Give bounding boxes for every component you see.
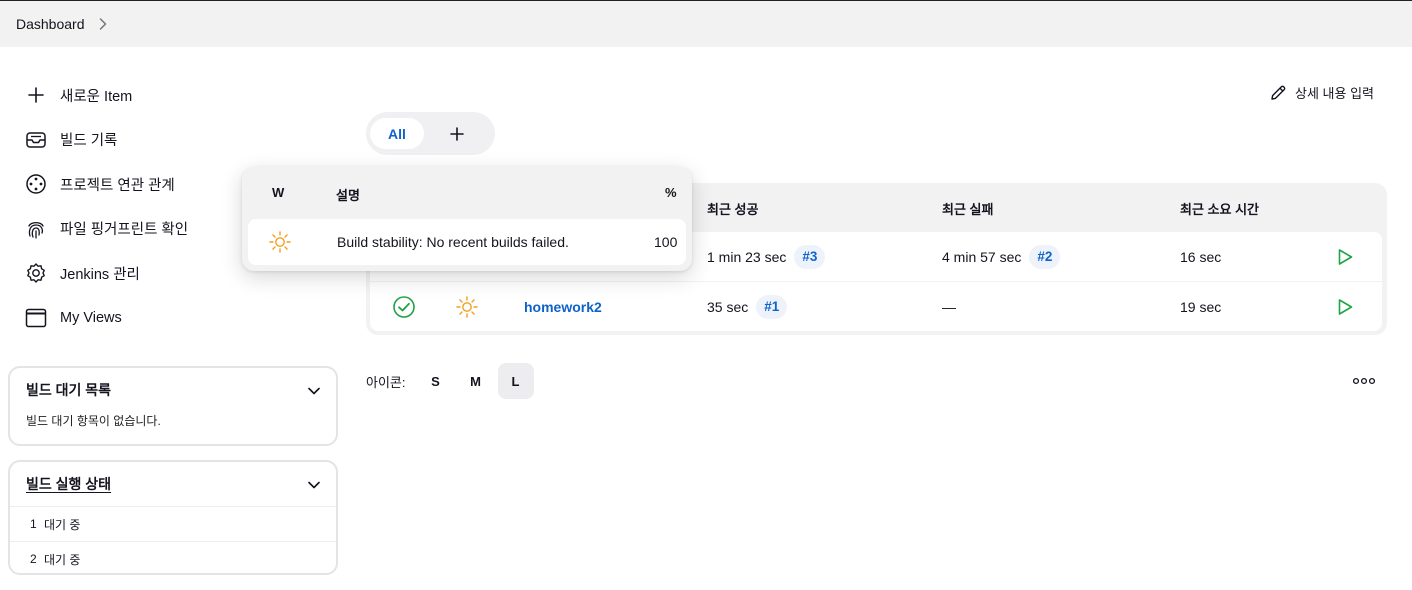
sidebar-item-my-views[interactable]: My Views: [24, 296, 324, 341]
last-success-time: 35 sec: [707, 298, 749, 315]
play-icon[interactable]: [1336, 282, 1354, 331]
executor-row: 2 대기 중: [10, 541, 336, 576]
sidebar-item-label: 새로운 Item: [60, 88, 133, 105]
view-tabs: All: [366, 112, 495, 155]
last-success-time: 1 min 23 sec: [707, 248, 787, 265]
tooltip-row: Build stability: No recent builds failed…: [248, 219, 686, 265]
no-failure-dash: —: [942, 298, 956, 315]
fingerprint-icon: [24, 217, 48, 241]
build-link[interactable]: #3: [794, 244, 826, 269]
table-row: homework2 35 sec #1 — 19 sec: [370, 282, 1382, 331]
edit-description-button[interactable]: 상세 내용 입력: [1269, 83, 1374, 102]
add-view-button[interactable]: [430, 118, 484, 149]
duration-cell: 19 sec: [1180, 298, 1222, 315]
window-icon: [24, 306, 48, 330]
duration-cell: 16 sec: [1180, 248, 1222, 265]
last-success-cell: 35 sec #1: [707, 282, 788, 331]
build-link[interactable]: #2: [1029, 244, 1061, 269]
executor-status: 대기 중: [44, 517, 81, 532]
pencil-icon: [1269, 84, 1287, 102]
sidebar-item-label: Jenkins 관리: [60, 266, 140, 283]
sun-icon: [455, 282, 479, 331]
tooltip-description: Build stability: No recent builds failed…: [337, 234, 569, 250]
last-success-cell: 1 min 23 sec #3: [707, 232, 826, 281]
play-icon[interactable]: [1336, 232, 1354, 281]
job-link-homework2[interactable]: homework2: [524, 282, 602, 331]
build-queue-header[interactable]: 빌드 대기 목록: [10, 368, 336, 412]
chevron-right-icon[interactable]: [99, 17, 109, 31]
build-queue-panel: 빌드 대기 목록 빌드 대기 항목이 없습니다.: [8, 366, 338, 446]
icon-size-label: 아이콘:: [366, 374, 406, 390]
plus-icon: [450, 126, 464, 141]
job-name[interactable]: homework2: [524, 299, 602, 315]
tooltip-header-description: 설명: [336, 188, 360, 203]
relationship-icon: [24, 172, 48, 196]
success-check-icon: [392, 282, 416, 331]
tab-all[interactable]: All: [370, 118, 424, 149]
gear-icon: [24, 261, 48, 285]
sidebar-item-label: 빌드 기록: [60, 133, 118, 150]
executor-status: 대기 중: [44, 552, 81, 567]
executor-row: 1 대기 중: [10, 506, 336, 541]
last-failure-time: 4 min 57 sec: [942, 248, 1022, 265]
chevron-down-icon[interactable]: [308, 476, 320, 492]
tooltip-header-percent: %: [665, 185, 677, 200]
last-failure-cell: —: [942, 282, 956, 331]
header-last-failure[interactable]: 최근 실패: [942, 199, 993, 218]
sidebar-item-label: My Views: [60, 309, 122, 326]
icon-size-l[interactable]: L: [497, 363, 534, 399]
sidebar-item-label: 파일 핑거프린트 확인: [60, 222, 189, 239]
build-link[interactable]: #1: [756, 294, 788, 319]
sidebar-item-label: 프로젝트 연관 관계: [60, 177, 175, 194]
last-failure-cell: 4 min 57 sec #2: [942, 232, 1061, 281]
edit-description-label: 상세 내용 입력: [1295, 86, 1374, 101]
header-last-success[interactable]: 최근 성공: [707, 199, 758, 218]
icon-size-m[interactable]: M: [458, 363, 494, 399]
executor-number: 1: [30, 517, 37, 531]
sidebar-item-build-history[interactable]: 빌드 기록: [24, 118, 324, 163]
breadcrumb-bar: Dashboard: [0, 1, 1412, 47]
build-queue-empty-text: 빌드 대기 항목이 없습니다.: [26, 414, 161, 428]
health-tooltip: W 설명 % Build stability: No recent builds…: [242, 167, 692, 271]
tooltip-percent: 100: [654, 234, 678, 250]
tooltip-header-weather: W: [272, 185, 285, 200]
breadcrumb-dashboard[interactable]: Dashboard: [16, 16, 85, 32]
header-last-duration[interactable]: 최근 소요 시간: [1180, 199, 1259, 218]
build-queue-title: 빌드 대기 목록: [26, 382, 112, 398]
sun-icon: [268, 219, 292, 265]
executors-title[interactable]: 빌드 실행 상태: [26, 474, 111, 494]
executor-number: 2: [30, 552, 37, 566]
more-options-icon[interactable]: [1352, 373, 1376, 389]
icon-size-selector: 아이콘: S M L: [366, 363, 534, 399]
inbox-icon: [24, 128, 48, 152]
plus-icon: [24, 83, 48, 107]
executors-header[interactable]: 빌드 실행 상태: [10, 462, 336, 506]
executors-panel: 빌드 실행 상태 1 대기 중 2 대기 중: [8, 460, 338, 575]
chevron-down-icon[interactable]: [308, 382, 320, 398]
icon-size-s[interactable]: S: [418, 363, 454, 399]
sidebar-item-new-item[interactable]: 새로운 Item: [24, 73, 324, 118]
